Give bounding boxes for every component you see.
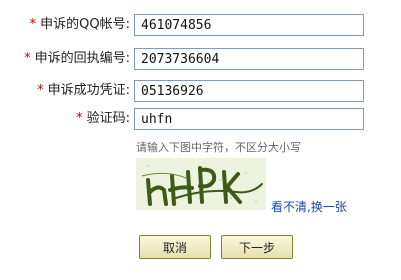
cancel-button[interactable]: 取消 bbox=[139, 235, 211, 259]
captcha-input[interactable] bbox=[134, 108, 364, 130]
success-voucher-label-text: 申诉成功凭证: bbox=[47, 83, 130, 98]
captcha-label: * 验证码: bbox=[76, 107, 130, 131]
qq-account-label-text: 申诉的QQ帐号: bbox=[40, 17, 130, 32]
required-mark: * bbox=[24, 51, 31, 66]
required-mark: * bbox=[29, 17, 37, 32]
required-mark: * bbox=[37, 83, 44, 98]
success-voucher-label: * 申诉成功凭证: bbox=[37, 79, 130, 103]
captcha-image bbox=[136, 158, 266, 210]
receipt-number-label-text: 申诉的回执编号: bbox=[34, 51, 130, 66]
qq-account-input[interactable] bbox=[134, 14, 364, 36]
receipt-number-input[interactable] bbox=[134, 48, 364, 70]
appeal-form: *申诉的QQ帐号: *申诉的回执编号: *申诉成功凭证: *验证码: 请输入下图… bbox=[0, 0, 401, 280]
receipt-number-label: * 申诉的回执编号: bbox=[24, 47, 130, 71]
qq-account-label: * 申诉的QQ帐号: bbox=[30, 13, 130, 37]
captcha-hint: 请输入下图中字符，不区分大小写 bbox=[136, 141, 301, 154]
success-voucher-input[interactable] bbox=[134, 80, 364, 102]
captcha-label-text: 验证码: bbox=[86, 111, 130, 126]
required-mark: * bbox=[76, 111, 83, 126]
next-button[interactable]: 下一步 bbox=[221, 235, 293, 259]
refresh-captcha-link[interactable]: 看不清,换一张 bbox=[271, 198, 347, 215]
